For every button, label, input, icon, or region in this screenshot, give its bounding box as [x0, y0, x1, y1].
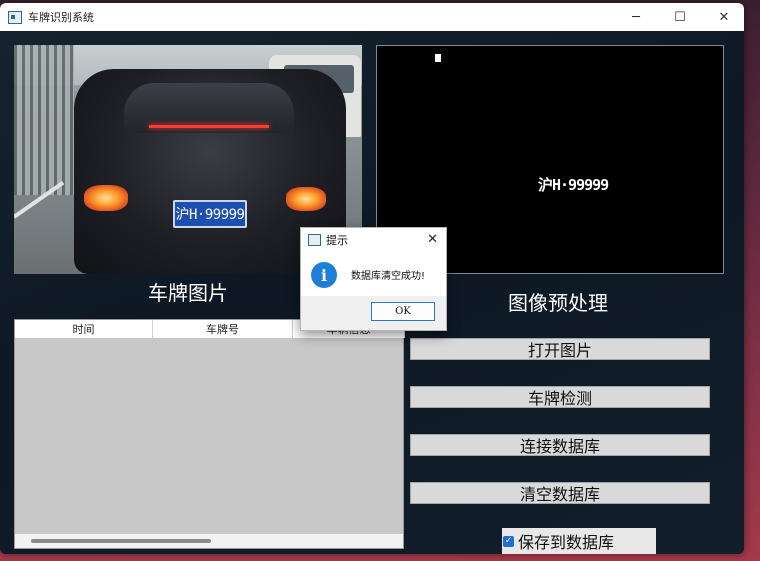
checkbox-checked-icon[interactable]: ✓	[503, 535, 514, 547]
brake-light	[149, 125, 269, 128]
window-title: 车牌识别系统	[28, 11, 94, 24]
info-icon: i	[311, 262, 337, 288]
dialog-app-icon	[308, 234, 321, 246]
tail-light-right	[286, 187, 326, 211]
records-table[interactable]: 时间 车牌号 车辆信息	[14, 319, 405, 549]
dialog-title-bar: 提示 ✕	[301, 228, 446, 252]
save-to-database-label: 保存到数据库	[518, 533, 615, 552]
minimize-button[interactable]: ─	[616, 3, 656, 31]
scrollbar-thumb[interactable]	[31, 539, 211, 543]
connect-database-button[interactable]: 连接数据库	[410, 434, 710, 456]
title-bar: 车牌识别系统 ─ ☐ ✕	[0, 3, 744, 31]
dialog-message: 数据库清空成功!	[351, 271, 426, 282]
dialog-close-button[interactable]: ✕	[427, 232, 438, 247]
column-header-time[interactable]: 时间	[15, 320, 153, 338]
save-to-database-checkbox[interactable]: ✓ 保存到数据库	[502, 528, 656, 554]
tail-light-left	[84, 185, 128, 211]
maximize-button[interactable]: ☐	[660, 3, 700, 31]
detect-plate-button[interactable]: 车牌检测	[410, 386, 710, 408]
ok-button[interactable]: OK	[371, 302, 435, 321]
noise-blob	[435, 54, 441, 62]
processed-plate: 沪H·99999	[538, 176, 609, 194]
close-button[interactable]: ✕	[704, 3, 744, 31]
open-image-button[interactable]: 打开图片	[410, 338, 710, 360]
message-dialog: 提示 ✕ i 数据库清空成功! OK	[300, 227, 447, 331]
column-header-plate[interactable]: 车牌号	[153, 320, 293, 338]
app-icon	[8, 10, 22, 24]
fence	[14, 45, 74, 195]
dialog-footer: OK	[301, 296, 446, 330]
license-plate: 沪H·99999	[173, 200, 247, 228]
clear-database-button[interactable]: 清空数据库	[410, 482, 710, 504]
dialog-title: 提示	[326, 234, 348, 247]
horizontal-scrollbar[interactable]	[15, 534, 403, 548]
